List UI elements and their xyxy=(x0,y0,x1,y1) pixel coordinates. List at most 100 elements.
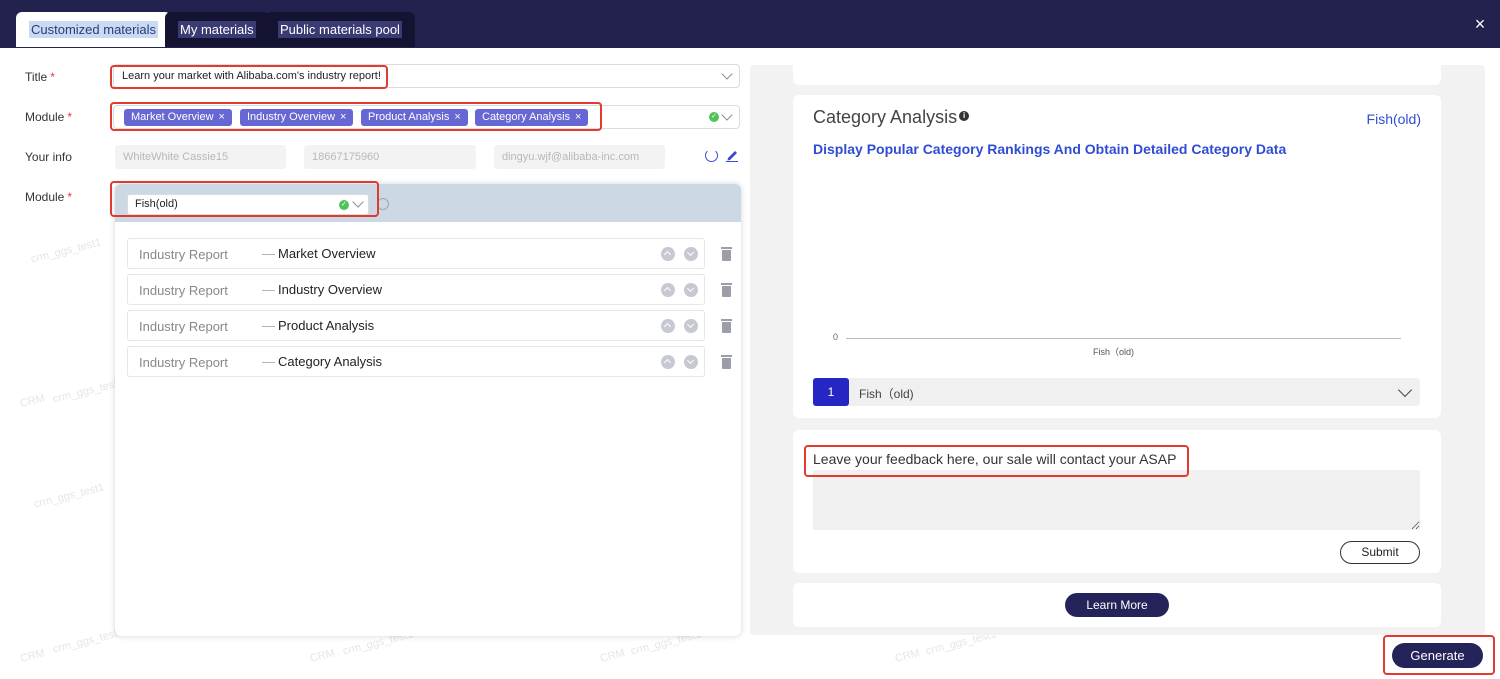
arrow-up-icon[interactable] xyxy=(661,247,675,261)
title-value: Learn your market with Alibaba.com's ind… xyxy=(122,70,381,82)
close-icon[interactable]: × xyxy=(1470,14,1490,34)
edit-icon[interactable] xyxy=(726,148,738,162)
tag-remove-icon[interactable]: × xyxy=(575,111,581,123)
report-type: Industry Report xyxy=(139,247,228,262)
arrow-down-icon[interactable] xyxy=(684,355,698,369)
module-panel: Fish(old) ✓ Industry Report — Market Ove… xyxy=(115,184,741,636)
refresh-icon[interactable] xyxy=(705,149,718,162)
report-row: Industry Report — Industry Overview xyxy=(127,274,705,305)
tab-label: Customized materials xyxy=(29,21,158,38)
category-subtitle: Display Popular Category Rankings And Ob… xyxy=(813,141,1287,157)
module-tag: Product Analysis × xyxy=(361,109,468,126)
trash-icon[interactable] xyxy=(721,247,732,261)
title-select[interactable]: Learn your market with Alibaba.com's ind… xyxy=(113,64,740,88)
category-select[interactable]: Fish(old) ✓ xyxy=(127,194,369,215)
arrow-up-icon[interactable] xyxy=(661,355,675,369)
tag-label: Industry Overview xyxy=(247,111,336,123)
tab-label: Public materials pool xyxy=(278,21,402,38)
report-type: Industry Report xyxy=(139,319,228,334)
report-row: Industry Report — Product Analysis xyxy=(127,310,705,341)
feedback-card: Leave your feedback here, our sale will … xyxy=(793,430,1441,573)
watermark: CRM xyxy=(598,647,627,665)
arrow-up-icon[interactable] xyxy=(661,319,675,333)
feedback-label: Leave your feedback here, our sale will … xyxy=(813,451,1177,467)
module-multiselect[interactable]: Market Overview × Industry Overview × Prod… xyxy=(113,105,740,129)
info-email-field[interactable]: dingyu.wjf@alibaba-inc.com xyxy=(494,145,665,169)
report-name: Category Analysis xyxy=(278,354,383,369)
feedback-textarea[interactable] xyxy=(813,470,1420,530)
check-circle-icon: ✓ xyxy=(709,112,719,122)
arrow-down-icon[interactable] xyxy=(684,319,698,333)
tag-remove-icon[interactable]: × xyxy=(454,111,460,123)
watermark: crm_ggs_test1 xyxy=(29,236,103,266)
rank-name: Fish（old) xyxy=(859,387,914,401)
trash-icon[interactable] xyxy=(721,283,732,297)
category-title: Category Analysis i xyxy=(813,107,970,128)
watermark: CRM xyxy=(18,392,47,410)
circle-icon[interactable] xyxy=(377,198,389,210)
category-title-text: Category Analysis xyxy=(813,107,958,127)
rank-number: 1 xyxy=(813,378,849,406)
arrow-down-icon[interactable] xyxy=(684,283,698,297)
learn-more-card: Learn More xyxy=(793,583,1441,627)
report-row: Industry Report — Category Analysis xyxy=(127,346,705,377)
preview-card-top xyxy=(793,65,1441,85)
module-tag: Category Analysis × xyxy=(475,109,589,126)
tag-label: Market Overview xyxy=(131,111,214,123)
arrow-down-icon[interactable] xyxy=(684,247,698,261)
chevron-down-icon[interactable] xyxy=(1397,382,1413,398)
report-dash: — xyxy=(262,354,275,369)
tab-label: My materials xyxy=(178,21,256,38)
watermark: CRM xyxy=(18,647,47,665)
module-label-text: Module xyxy=(25,110,65,124)
category-select-value: Fish(old) xyxy=(135,198,178,210)
report-name: Market Overview xyxy=(278,246,376,261)
dialog-header: Customized materials My materials Public… xyxy=(0,0,1500,48)
report-dash: — xyxy=(262,246,275,261)
learn-more-button[interactable]: Learn More xyxy=(1065,593,1169,617)
report-name: Product Analysis xyxy=(278,318,375,333)
info-icon[interactable]: i xyxy=(959,111,970,121)
submit-button[interactable]: Submit xyxy=(1340,541,1420,564)
watermark: CRM xyxy=(308,647,337,665)
axis-tick-zero: 0 xyxy=(833,332,839,342)
tag-remove-icon[interactable]: × xyxy=(219,111,225,123)
chevron-down-icon[interactable] xyxy=(721,109,733,121)
required-mark: * xyxy=(50,70,55,84)
tag-label: Product Analysis xyxy=(368,111,450,123)
category-analysis-card: Category Analysis i Fish(old) Display Pop… xyxy=(793,95,1441,418)
required-mark: * xyxy=(67,190,73,204)
report-type: Industry Report xyxy=(139,355,228,370)
module-panel-header: Fish(old) ✓ xyxy=(115,184,741,222)
report-type: Industry Report xyxy=(139,283,228,298)
title-label-text: Title xyxy=(25,70,48,84)
tag-remove-icon[interactable]: × xyxy=(340,111,346,123)
preview-panel: Category Analysis i Fish(old) Display Pop… xyxy=(750,65,1485,635)
report-dash: — xyxy=(262,282,275,297)
tag-label: Category Analysis xyxy=(482,111,571,123)
trash-icon[interactable] xyxy=(721,355,732,369)
watermark: CRM xyxy=(893,647,922,665)
category-filter-link[interactable]: Fish(old) xyxy=(1367,111,1421,127)
your-info-label: Your info xyxy=(25,150,72,164)
rank-item[interactable]: 1 Fish（old) xyxy=(813,378,1420,406)
arrow-up-icon[interactable] xyxy=(661,283,675,297)
watermark: crm_ggs_test1 xyxy=(51,626,125,656)
materials-dialog: crm_ggs_test1 CRM crm_ggs_test1 crm_ggs_… xyxy=(0,0,1500,679)
tab-public-materials-pool[interactable]: Public materials pool xyxy=(265,12,415,47)
module-tag: Market Overview × xyxy=(124,109,232,126)
report-name: Industry Overview xyxy=(278,282,383,297)
module-label: Module * xyxy=(25,110,72,124)
chevron-down-icon[interactable] xyxy=(352,196,364,208)
generate-button[interactable]: Generate xyxy=(1392,643,1483,668)
info-phone-field[interactable]: 18667175960 xyxy=(304,145,476,169)
check-circle-icon: ✓ xyxy=(339,200,349,210)
module-tag: Industry Overview × xyxy=(240,109,354,126)
chevron-down-icon[interactable] xyxy=(721,68,733,80)
tab-customized-materials[interactable]: Customized materials xyxy=(16,12,171,47)
trash-icon[interactable] xyxy=(721,319,732,333)
axis-line xyxy=(846,338,1401,339)
info-name-field[interactable]: WhiteWhite Cassie15 xyxy=(115,145,286,169)
tab-my-materials[interactable]: My materials xyxy=(165,12,269,47)
watermark: crm_ggs_test1 xyxy=(32,481,106,511)
